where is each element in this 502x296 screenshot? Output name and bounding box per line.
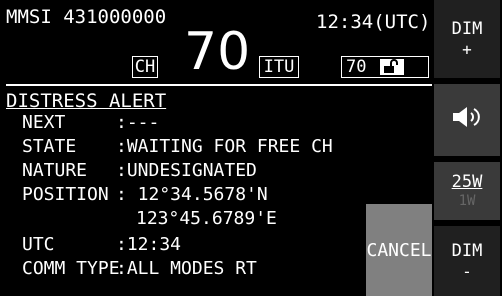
utc-time: 12:34(UTC) [316, 11, 431, 33]
value-nature: :UNDESIGNATED [116, 160, 257, 181]
itu-indicator: ITU [259, 56, 299, 78]
dim-plus-label: DIM [451, 19, 483, 40]
label-nature: NATURE [22, 160, 88, 181]
dim-minus-button[interactable]: DIM - [434, 226, 500, 296]
header-divider [6, 84, 432, 86]
dim-plus-sign: + [462, 39, 472, 59]
value-next: :--- [116, 112, 160, 133]
dim-minus-label: DIM [451, 241, 483, 262]
channel-number: 70 [184, 22, 251, 82]
mmsi-label: MMSI 431000000 [6, 6, 167, 28]
unlock-icon [380, 59, 404, 75]
power-low-label: 1W [458, 192, 476, 209]
label-utc: UTC [22, 234, 55, 255]
value-latitude: : 12°34.5678'N [116, 184, 268, 205]
dim-plus-button[interactable]: DIM + [434, 0, 500, 78]
tx-power-button[interactable]: 25W 1W [434, 162, 500, 220]
dim-minus-sign: - [462, 261, 472, 281]
value-longitude: 123°45.6789'E [136, 208, 277, 229]
label-state: STATE [22, 136, 77, 157]
value-utc: :12:34 [116, 234, 182, 255]
power-high-label: 25W [451, 172, 483, 193]
alert-title: DISTRESS ALERT [6, 90, 167, 112]
channel-status-box: 70 [341, 56, 429, 78]
label-position: POSITION [22, 184, 109, 205]
value-state: :WAITING FOR FREE CH [116, 136, 333, 157]
side-buttons: DIM + 25W 1W DIM - [434, 0, 502, 296]
channel-small: 70 [346, 57, 367, 77]
value-comm-type: :ALL MODES RT [116, 258, 257, 279]
radio-screen: MMSI 431000000 12:34(UTC) CH 70 ITU 70 D… [0, 0, 502, 296]
ch-indicator: CH [132, 56, 158, 78]
speaker-icon [451, 105, 483, 134]
main-panel: MMSI 431000000 12:34(UTC) CH 70 ITU 70 D… [6, 4, 432, 296]
label-next: NEXT [22, 112, 66, 133]
label-comm-type: COMM TYPE [22, 258, 120, 279]
cancel-button[interactable]: CANCEL [366, 204, 432, 296]
volume-button[interactable] [434, 84, 500, 156]
